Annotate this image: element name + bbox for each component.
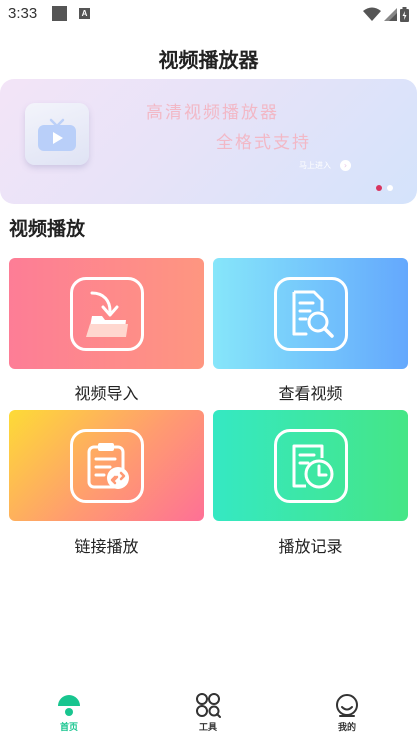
banner-subline: 全格式支持 <box>216 133 311 153</box>
status-icons <box>363 6 409 22</box>
bottom-nav: 首页 工具 我的 <box>0 688 417 741</box>
pager-dot <box>387 185 393 191</box>
nav-label: 工具 <box>198 723 217 733</box>
nav-item-profile[interactable]: 我的 <box>317 688 377 733</box>
clipboard-link-icon <box>87 442 129 489</box>
tile-label: 链接播放 <box>74 537 139 556</box>
nav-item-home[interactable]: 首页 <box>39 688 99 733</box>
notification-a-icon: A <box>79 8 90 19</box>
promo-banner[interactable]: 高清视频播放器 全格式支持 马上进入 › <box>0 79 417 204</box>
arrow-right-icon: › <box>340 160 351 171</box>
nav-item-tools[interactable]: 工具 <box>178 688 238 733</box>
status-bar: 3:33 A <box>0 0 417 30</box>
search-document-icon <box>292 290 334 338</box>
tile-label: 播放记录 <box>278 537 343 556</box>
banner-enter-link[interactable]: 马上进入 › <box>299 160 351 171</box>
wifi-icon <box>363 7 381 21</box>
tile-label: 视频导入 <box>74 384 139 403</box>
tile-video-import[interactable] <box>9 258 204 369</box>
history-clock-icon <box>292 444 333 488</box>
profile-icon <box>336 694 358 717</box>
tv-app-icon <box>25 103 89 165</box>
banner-headline: 高清视频播放器 <box>146 103 279 123</box>
tile-play-history[interactable] <box>213 410 408 521</box>
tile-link-play[interactable] <box>9 410 204 521</box>
banner-enter-label: 马上进入 <box>299 161 331 170</box>
nav-label: 我的 <box>337 723 356 733</box>
page-title: 视频播放器 <box>158 48 259 72</box>
import-folder-icon <box>85 291 128 337</box>
pager-dot-active <box>376 185 382 191</box>
signal-icon <box>384 7 397 21</box>
notification-square-icon <box>52 6 67 21</box>
tile-view-video[interactable] <box>213 258 408 369</box>
home-icon <box>58 695 80 716</box>
banner-pager <box>376 185 393 191</box>
battery-icon <box>400 6 409 22</box>
status-time: 3:33 <box>8 5 38 22</box>
tile-label: 查看视频 <box>278 384 343 403</box>
tools-icon <box>196 693 221 718</box>
nav-label: 首页 <box>59 723 78 733</box>
section-title: 视频播放 <box>9 218 86 240</box>
